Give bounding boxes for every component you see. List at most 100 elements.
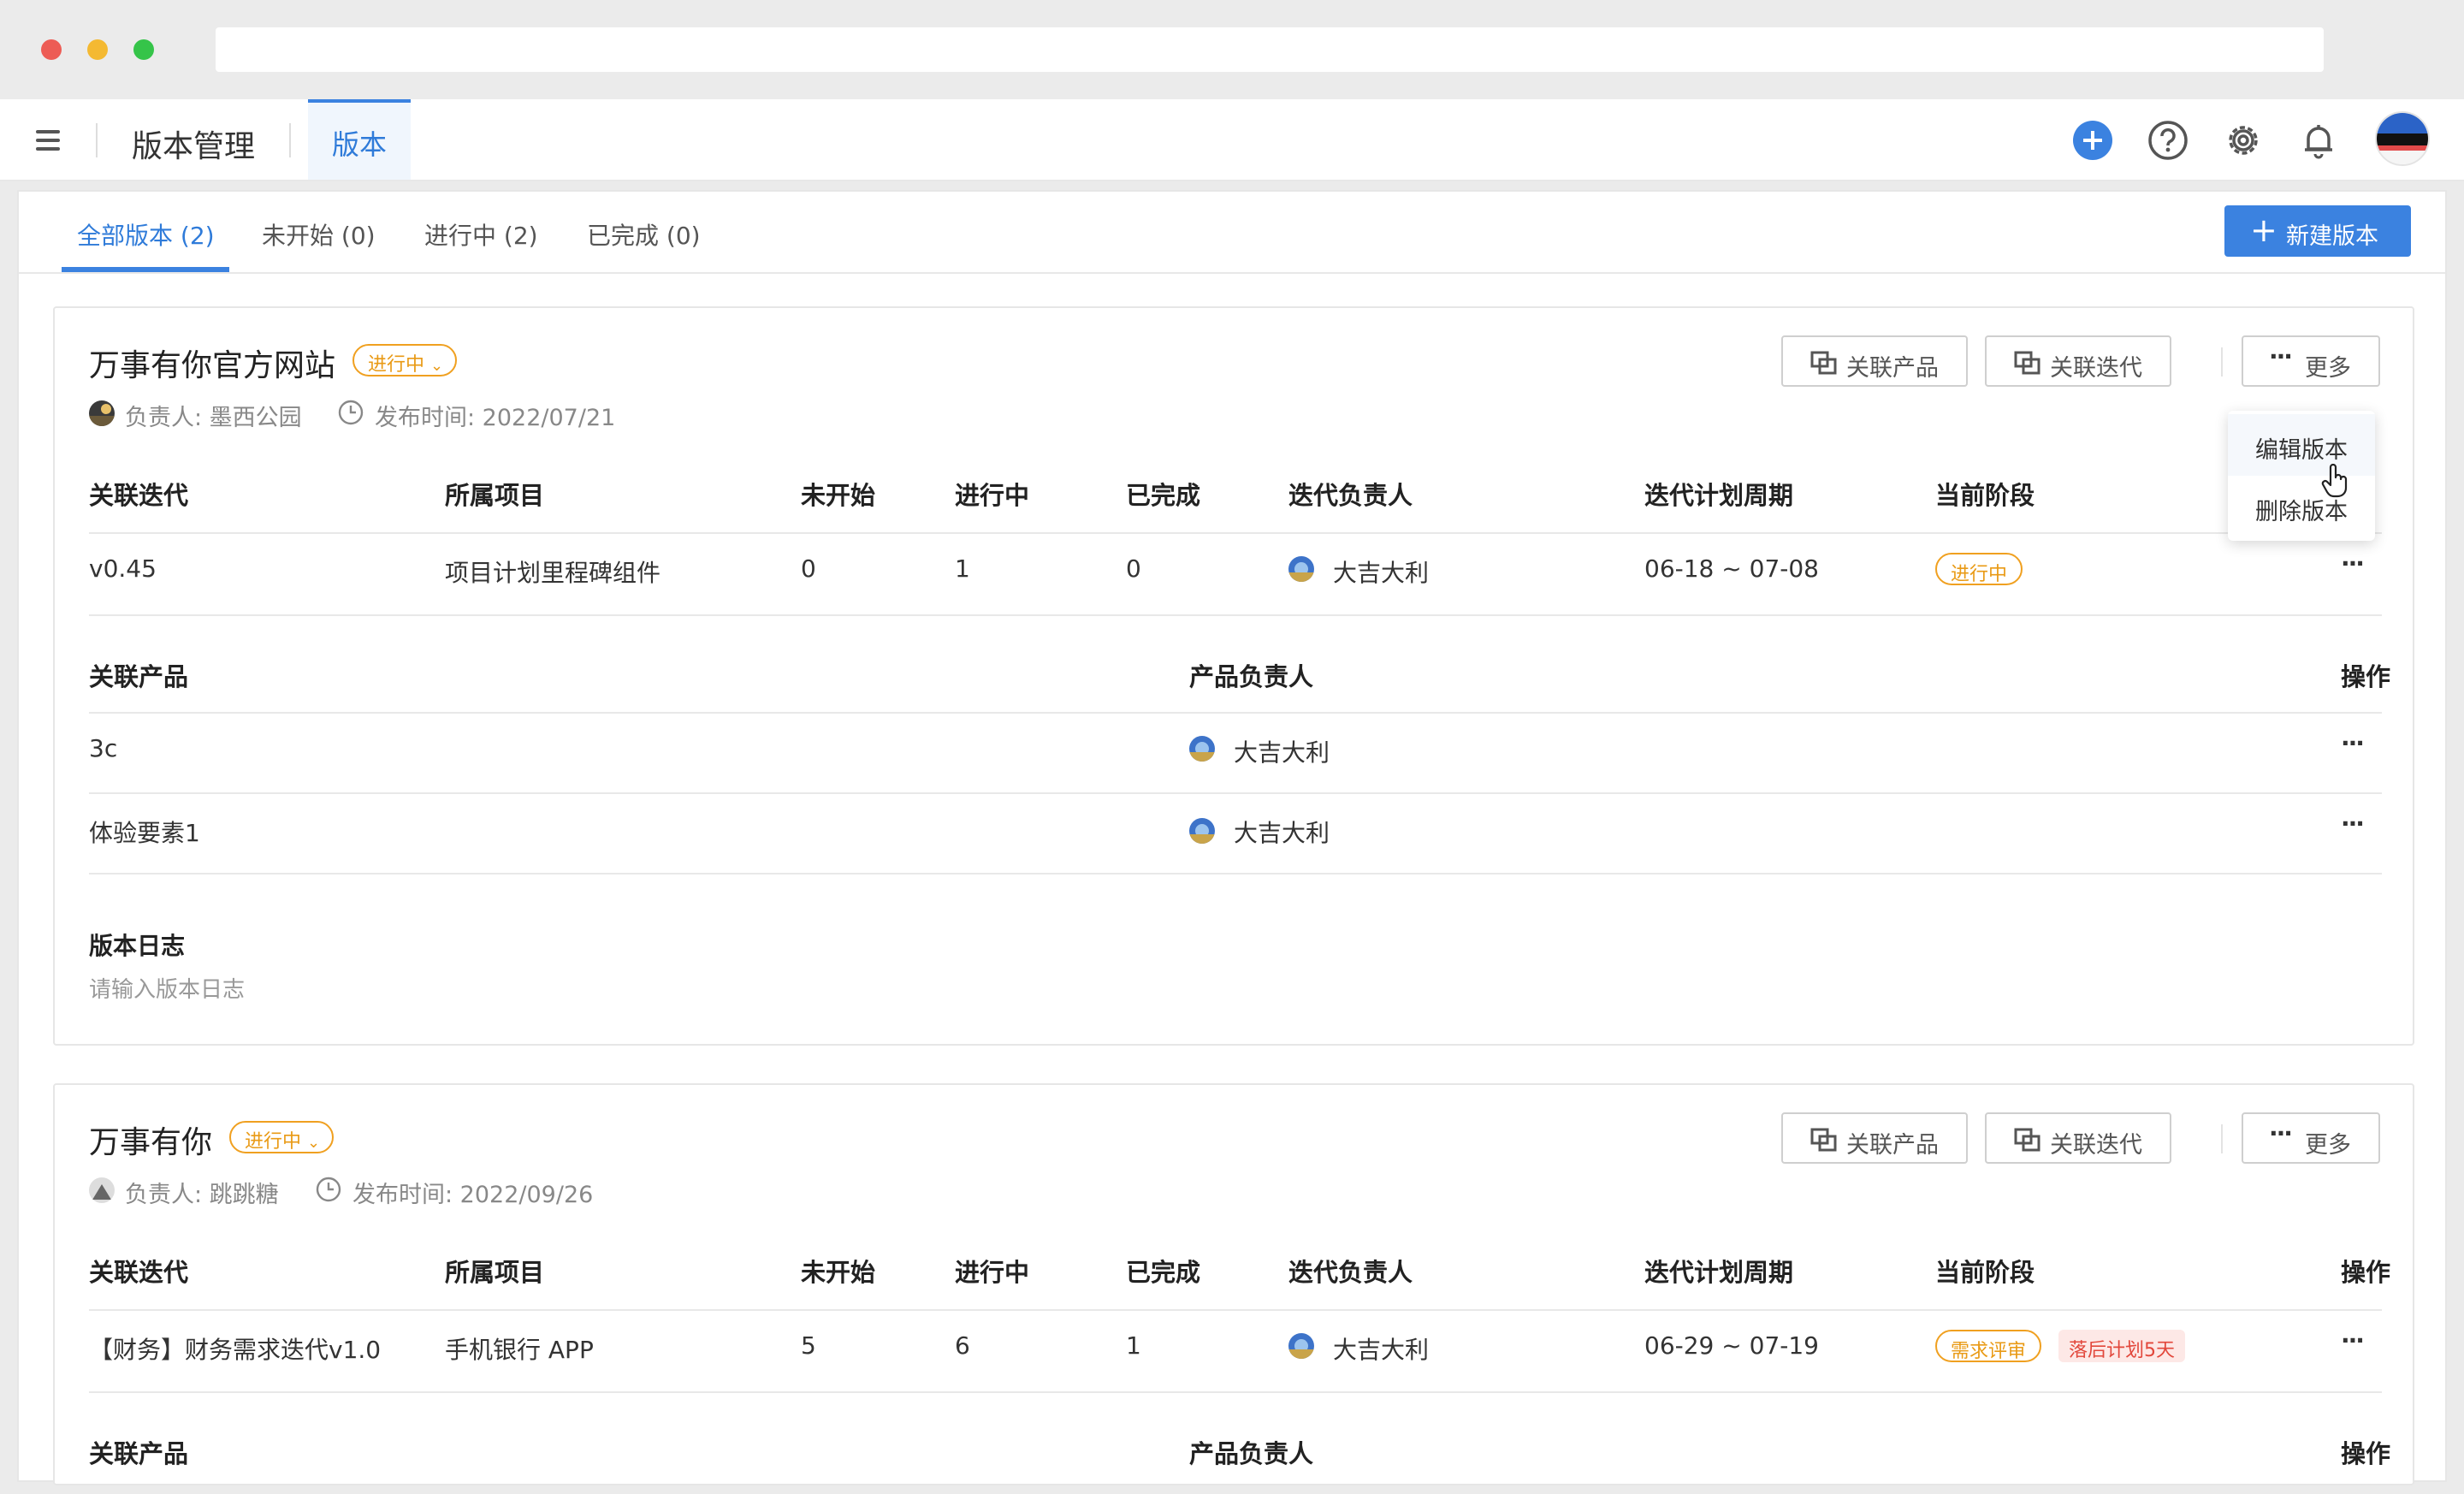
app-title: 版本管理 [132,129,256,164]
nav-tab-version[interactable]: 版本 [308,99,411,180]
iteration-not-started: 5 [801,1331,816,1360]
chevron-down-icon: ⌄ [430,357,444,375]
divider [89,873,2382,874]
menu-item-edit-version[interactable]: 编辑版本 [2228,414,2375,476]
nav-tab-label: 版本 [331,128,387,161]
col-header: 操作 [2341,1258,2391,1287]
col-header: 未开始 [801,1258,876,1287]
iteration-done: 0 [1126,554,1141,583]
col-header: 产品负责人 [1189,1439,1314,1468]
link-product-label: 关联产品 [1846,1132,1939,1159]
col-header: 关联产品 [89,662,189,691]
link-iteration-label: 关联迭代 [2050,355,2142,382]
divider [2221,347,2223,376]
stage-tag: 进行中 [1935,553,2023,585]
minimize-window-button[interactable] [87,39,108,60]
col-header: 操作 [2341,1439,2391,1468]
link-icon [2014,351,2040,375]
col-header: 所属项目 [445,481,545,510]
version-title: 万事有你 [89,1125,213,1160]
col-header: 迭代负责人 [1288,481,1413,510]
col-header: 操作 [2341,662,2391,691]
link-product-button[interactable]: 关联产品 [1781,1112,1968,1164]
log-label: 版本日志 [89,932,186,960]
link-product-label: 关联产品 [1846,355,1939,382]
link-icon [1810,351,1837,375]
version-card: 万事有你 进行中 ⌄ 负责人: 跳跳糖 发布时间: 2022/09/26 关联产… [53,1083,2414,1485]
hand-cursor-icon [2321,464,2348,498]
status-label: 进行中 [245,1131,302,1153]
iteration-period: 06-29 ~ 07-19 [1644,1331,1819,1360]
owner-avatar [1189,736,1215,762]
tab-not-started[interactable]: 未开始 (0) [262,217,376,252]
tab-in-progress[interactable]: 进行中 (2) [424,217,538,252]
divider [89,792,2382,794]
iteration-name[interactable]: v0.45 [89,554,157,583]
iteration-project: 项目计划里程碑组件 [445,559,661,587]
col-header: 已完成 [1126,1258,1201,1287]
plus-icon: + [2250,211,2277,249]
maximize-window-button[interactable] [133,39,154,60]
link-product-button[interactable]: 关联产品 [1781,335,1968,387]
col-header: 产品负责人 [1189,662,1314,691]
more-icon: ··· [2269,1119,2293,1147]
col-header: 关联产品 [89,1439,189,1468]
status-dropdown[interactable]: 进行中 ⌄ [352,344,458,376]
menu-icon[interactable] [36,130,60,151]
owner-text: 负责人: 墨西公园 [125,405,302,431]
divider [89,532,2382,534]
product-name[interactable]: 3c [89,734,117,762]
settings-icon[interactable] [2223,120,2264,161]
product-name[interactable]: 体验要素1 [89,815,200,849]
more-button[interactable]: ··· 更多 [2242,335,2380,387]
new-version-button[interactable]: + 新建版本 [2224,205,2411,257]
tab-completed[interactable]: 已完成 (0) [587,217,701,252]
close-window-button[interactable] [41,39,62,60]
link-iteration-button[interactable]: 关联迭代 [1985,1112,2171,1164]
avatar[interactable] [2375,111,2430,166]
col-header: 迭代负责人 [1288,1258,1413,1287]
col-header: 迭代计划周期 [1644,481,1794,510]
clock-icon [316,1177,341,1202]
delay-warning-tag: 落后计划5天 [2058,1330,2185,1362]
owner-text: 负责人: 跳跳糖 [125,1182,279,1208]
col-header: 关联迭代 [89,481,189,510]
divider [89,1391,2382,1393]
status-tabs: 全部版本 (2) 未开始 (0) 进行中 (2) 已完成 (0) + 新建版本 [19,192,2445,274]
owner-avatar [1189,818,1215,844]
more-button[interactable]: ··· 更多 [2242,1112,2380,1164]
row-more-icon[interactable]: ··· [2341,549,2365,578]
col-header: 进行中 [955,1258,1030,1287]
divider [289,123,291,157]
divider [89,1309,2382,1311]
iteration-owner: 大吉大利 [1333,1336,1430,1364]
row-more-icon[interactable]: ··· [2341,1326,2365,1355]
col-header: 已完成 [1126,481,1201,510]
divider [96,123,98,157]
iteration-in-progress: 6 [955,1331,970,1360]
log-input[interactable]: 请输入版本日志 [89,972,245,1004]
row-more-icon[interactable]: ··· [2341,809,2365,838]
row-more-icon[interactable]: ··· [2341,729,2365,757]
help-icon[interactable] [2147,120,2189,161]
iteration-not-started: 0 [801,554,816,583]
bell-icon[interactable] [2298,120,2339,161]
owner-avatar [1288,1333,1314,1359]
iteration-owner: 大吉大利 [1333,559,1430,587]
owner-avatar [89,400,115,426]
address-bar[interactable] [216,27,2324,72]
version-card: 万事有你官方网站 进行中 ⌄ 负责人: 墨西公园 发布时间: 2022/07/2… [53,306,2414,1046]
add-icon[interactable] [2072,120,2113,161]
link-iteration-button[interactable]: 关联迭代 [1985,335,2171,387]
status-dropdown[interactable]: 进行中 ⌄ [229,1121,335,1153]
menu-item-delete-version[interactable]: 删除版本 [2228,476,2375,537]
more-icon: ··· [2269,342,2293,371]
release-date: 发布时间: 2022/09/26 [352,1182,594,1208]
iteration-name[interactable]: 【财务】财务需求迭代v1.0 [89,1331,381,1366]
col-header: 进行中 [955,481,1030,510]
iteration-project: 手机银行 APP [445,1336,594,1364]
col-header: 当前阶段 [1935,481,2035,510]
tab-all[interactable]: 全部版本 (2) [77,217,215,252]
new-version-label: 新建版本 [2286,223,2378,250]
iteration-in-progress: 1 [955,554,970,583]
